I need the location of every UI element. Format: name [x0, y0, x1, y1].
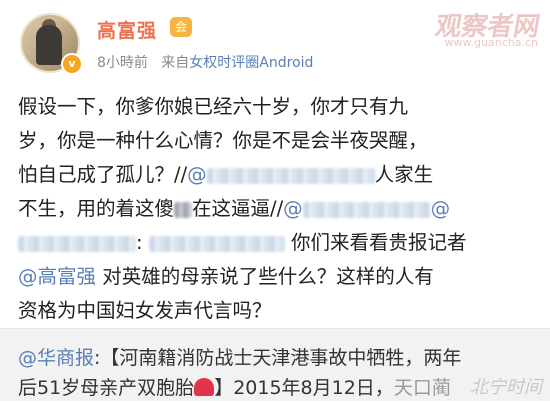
verified-badge-icon: v — [61, 53, 83, 75]
blurred-username — [206, 167, 375, 184]
post-body: 假设一下，你爹你娘已经六十岁，你才只有九 岁，你是一种什么心情？你是不是会半夜哭… — [18, 90, 533, 328]
post-line: 岁，你是一种什么心情？你是不是会半夜哭醒， — [18, 129, 428, 152]
source-prefix: 来自 — [161, 55, 190, 71]
mention-huashangbao[interactable]: @华商报 — [18, 347, 94, 369]
mention-gaofuqiang[interactable]: @高富强 — [18, 265, 96, 288]
repost-card[interactable]: @华商报:【河南籍消防战士天津港事故中牺牲，两年 后51岁母亲产双胞胎 】2015… — [0, 329, 550, 401]
member-crown-icon: 会 — [170, 17, 192, 37]
heart-icon — [194, 378, 215, 396]
blurred-word — [174, 201, 193, 218]
post-header: v 高富强 会 8小時前 来自女权时评圈Android 观察者网 www.gua… — [0, 0, 550, 90]
post-source[interactable]: 女权时评圈Android — [189, 55, 313, 71]
post-line: 假设一下，你爹你娘已经六十岁，你才只有九 — [18, 95, 409, 118]
blurred-text — [148, 235, 285, 252]
blurred-username — [18, 235, 136, 252]
avatar-figure — [36, 25, 62, 65]
mention-link[interactable]: @ — [431, 197, 451, 220]
post-time: 8小時前 — [97, 55, 148, 71]
watermark-url: www.guancha.cn — [444, 36, 538, 49]
post-line: 资格为中国妇女发声代言吗？ — [18, 299, 272, 322]
post-line: : 你们来看看贵报记者 — [18, 226, 533, 260]
post-line: 怕自己成了孤儿？//@ 人家生 — [18, 163, 434, 186]
watermark-bottom: 北宁时间 — [470, 377, 542, 398]
mention-link[interactable]: @ — [187, 163, 207, 186]
post-line: @高富强 对英雄的母亲说了些什么？这样的人有 — [18, 265, 434, 288]
post-line: 不生，用的着这傻 在这逼逼//@ @ — [18, 197, 451, 220]
user-name[interactable]: 高富强 — [97, 16, 157, 43]
blurred-username — [302, 201, 431, 218]
post-meta: 8小時前 来自女权时评圈Android — [97, 52, 313, 72]
mention-link[interactable]: @ — [283, 197, 303, 220]
repost-text: @华商报:【河南籍消防战士天津港事故中牺牲，两年 后51岁母亲产双胞胎 】2015… — [18, 347, 462, 399]
